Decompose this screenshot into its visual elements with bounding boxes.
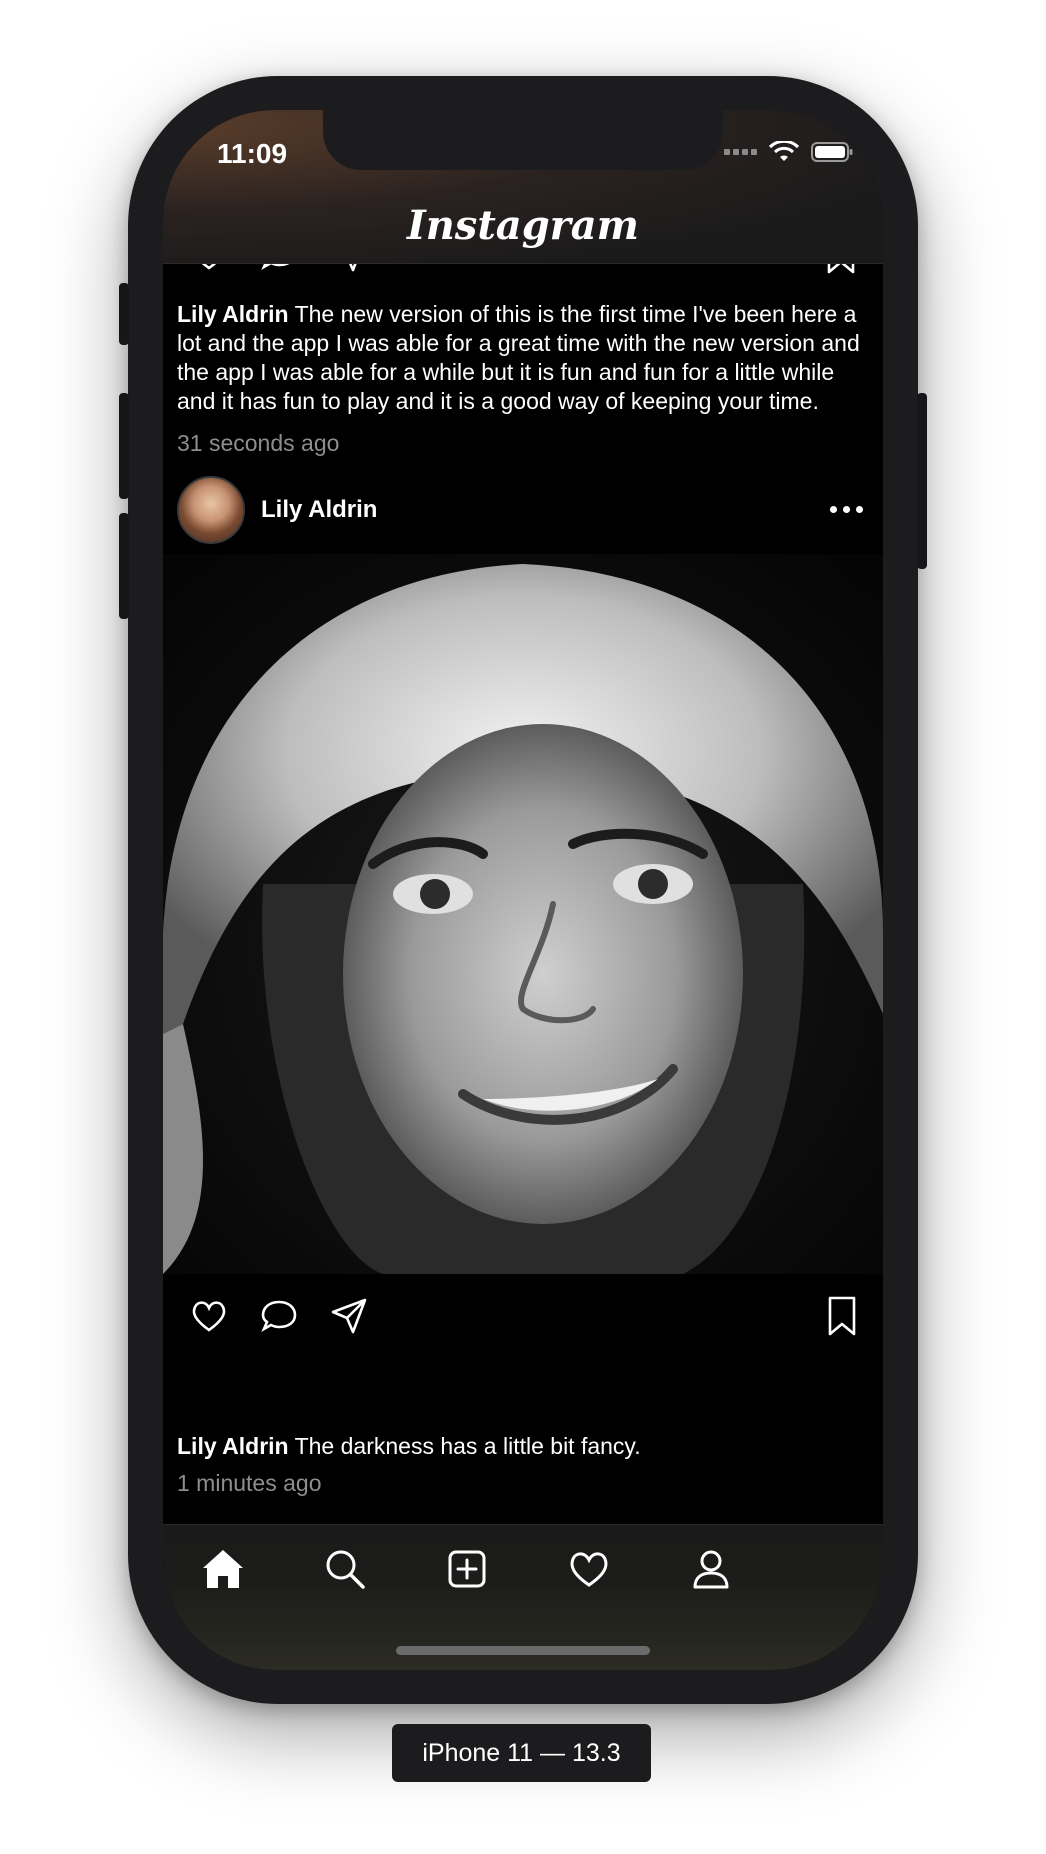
status-icons: [724, 140, 853, 164]
share-icon[interactable]: [329, 264, 369, 274]
cellular-signal-icon: [724, 149, 757, 155]
heart-icon: [570, 1552, 608, 1587]
feed[interactable]: Lily Aldrin The new version of this is t…: [163, 264, 883, 1524]
profile-icon: [693, 1550, 729, 1589]
notch: [323, 110, 723, 170]
heart-icon[interactable]: [189, 264, 229, 274]
avatar[interactable]: [177, 476, 245, 544]
comment-icon[interactable]: [259, 264, 299, 274]
post-actions: [163, 1296, 883, 1356]
app-title: Instagram: [407, 202, 639, 249]
post-username[interactable]: Lily Aldrin: [261, 496, 377, 524]
power-button: [917, 393, 927, 569]
tab-profile[interactable]: [681, 1539, 741, 1599]
volume-down-button: [119, 513, 129, 619]
tab-add-post[interactable]: [437, 1539, 497, 1599]
tab-home[interactable]: [193, 1539, 253, 1599]
like-heart-icon[interactable]: [189, 1296, 229, 1336]
share-icon[interactable]: [329, 1296, 369, 1336]
volume-up-button: [119, 393, 129, 499]
caption-username[interactable]: Lily Aldrin: [177, 301, 289, 327]
screen: Lily Aldrin The new version of this is t…: [163, 110, 883, 1670]
caption-username[interactable]: Lily Aldrin: [177, 1433, 289, 1459]
caption-text: The darkness has a little bit fancy.: [294, 1433, 641, 1459]
device-label: iPhone 11 — 13.3: [392, 1724, 651, 1782]
home-icon: [203, 1550, 243, 1588]
battery-icon: [811, 141, 853, 163]
more-options-icon[interactable]: [830, 506, 863, 513]
comment-icon[interactable]: [259, 1296, 299, 1336]
post-image[interactable]: [163, 554, 883, 1274]
post-caption: Lily Aldrin The darkness has a little bi…: [177, 1432, 877, 1461]
post-time: 1 minutes ago: [177, 1470, 322, 1496]
previous-post-caption: Lily Aldrin The new version of this is t…: [177, 300, 877, 416]
add-post-icon: [448, 1550, 486, 1588]
bookmark-icon[interactable]: [825, 1296, 859, 1336]
search-icon: [326, 1550, 365, 1589]
header-divider: [163, 263, 883, 264]
post-header: Lily Aldrin: [163, 476, 883, 548]
navigation-header: 11:09 Instagram: [163, 110, 883, 264]
bookmark-icon[interactable]: [823, 264, 859, 274]
tab-activity[interactable]: [559, 1539, 619, 1599]
home-indicator[interactable]: [396, 1646, 650, 1655]
status-time: 11:09: [217, 138, 288, 169]
wifi-icon: [769, 141, 799, 163]
tab-search[interactable]: [315, 1539, 375, 1599]
portrait-photo: [163, 554, 883, 1274]
previous-post-actions: [163, 264, 883, 274]
previous-post-time: 31 seconds ago: [177, 430, 340, 456]
mute-switch: [119, 283, 129, 345]
